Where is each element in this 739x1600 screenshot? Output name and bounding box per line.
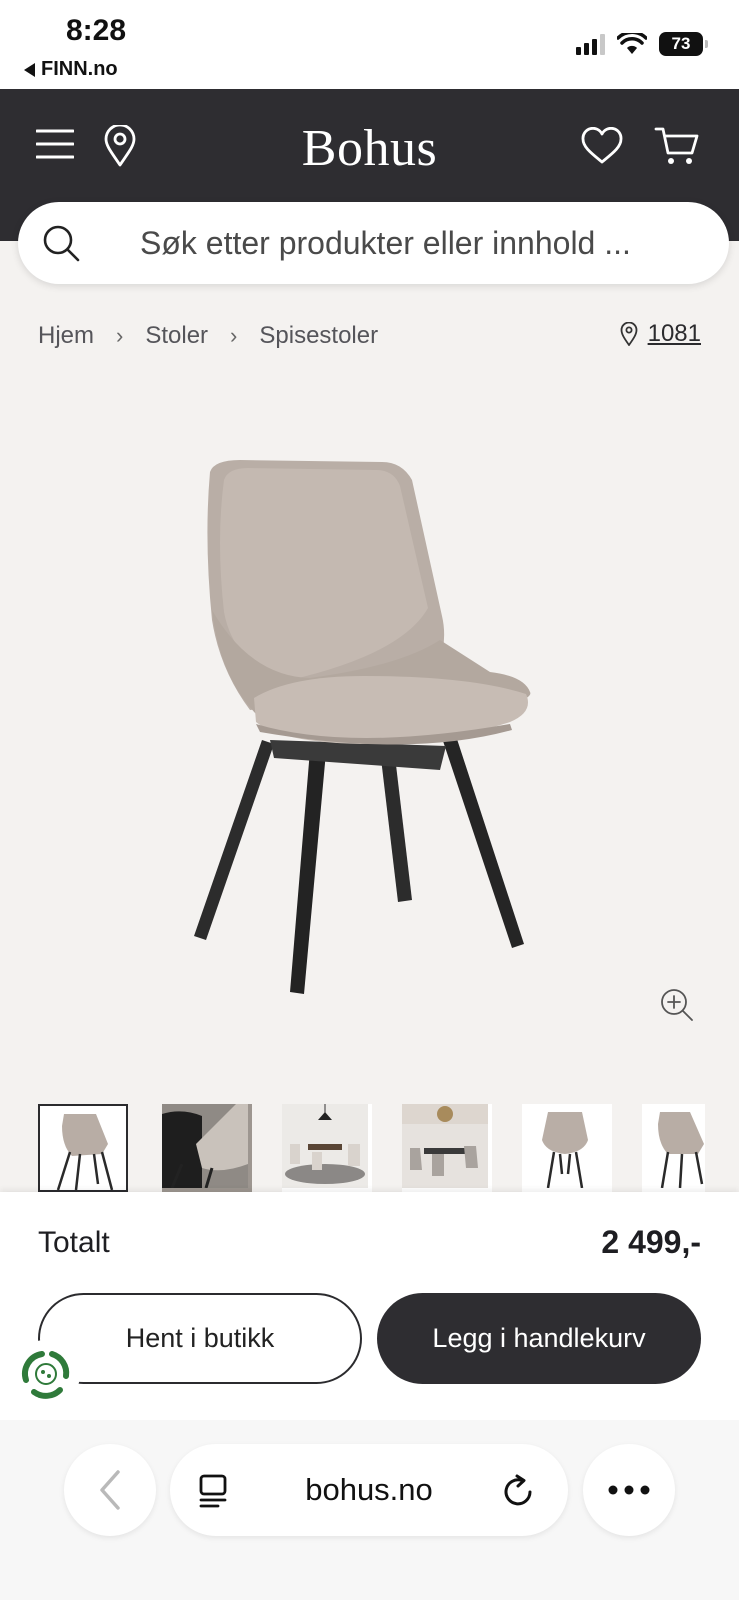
thumbnail-6[interactable] — [642, 1104, 705, 1192]
thumbnail-1[interactable] — [38, 1104, 128, 1192]
breadcrumb-stoler[interactable]: Stoler — [145, 322, 208, 350]
back-to-app[interactable]: FINN.no — [24, 58, 118, 81]
zoom-icon[interactable] — [660, 988, 694, 1022]
status-indicators: 73 — [576, 32, 708, 56]
thumbnail-4[interactable] — [402, 1104, 492, 1192]
browser-toolbar: bohus.no — [0, 1420, 739, 1600]
bohus-logo[interactable]: Bohus — [0, 119, 739, 178]
more-icon — [608, 1485, 650, 1495]
search-bar[interactable] — [18, 202, 729, 284]
reload-icon[interactable] — [502, 1474, 534, 1508]
thumbnail-2[interactable] — [162, 1104, 252, 1192]
sustainability-badge-icon[interactable] — [12, 1340, 80, 1408]
postcode-link: 1081 — [647, 320, 701, 347]
cart-icon[interactable] — [654, 125, 700, 167]
thumbnail-5[interactable] — [522, 1104, 612, 1192]
location-pin-icon — [620, 322, 638, 346]
thumbnail-3[interactable] — [282, 1104, 372, 1192]
chevron-right-icon: › — [116, 323, 124, 348]
thumbnail-strip — [38, 1104, 705, 1192]
dining-set-image — [402, 1104, 488, 1188]
dining-room-image — [282, 1104, 368, 1188]
search-icon — [43, 225, 80, 262]
breadcrumb-spisestoler[interactable]: Spisestoler — [259, 322, 378, 350]
breadcrumb: Hjem › Stoler › Spisestoler — [38, 322, 378, 350]
search-input[interactable] — [140, 202, 700, 284]
chair-closeup-image — [162, 1104, 248, 1189]
chair-thumbnail-image — [40, 1106, 126, 1190]
wifi-icon — [617, 33, 647, 54]
pickup-in-store-button[interactable]: Hent i butikk — [38, 1293, 362, 1384]
cellular-signal-icon — [576, 33, 605, 55]
total-price: 2 499,- — [601, 1224, 701, 1260]
breadcrumb-home[interactable]: Hjem — [38, 322, 94, 350]
chair-front-image — [522, 1104, 608, 1189]
more-options-button[interactable] — [583, 1444, 675, 1536]
battery-level: 73 — [671, 34, 691, 53]
add-to-cart-button[interactable]: Legg i handlekurv — [377, 1293, 701, 1384]
address-bar[interactable]: bohus.no — [170, 1444, 568, 1536]
chevron-right-icon: › — [230, 323, 238, 348]
back-icon — [100, 1470, 120, 1510]
product-image[interactable] — [150, 440, 570, 1000]
battery-icon: 73 — [659, 32, 708, 56]
delivery-location[interactable]: 1081 — [620, 320, 701, 348]
status-bar: 8:28 FINN.no 73 — [0, 0, 739, 89]
browser-back-button[interactable] — [64, 1444, 156, 1536]
total-label: Totalt — [38, 1226, 110, 1259]
heart-icon[interactable] — [581, 127, 623, 165]
chair-side-image — [642, 1104, 705, 1189]
back-triangle-icon — [24, 62, 35, 77]
back-app-label: FINN.no — [41, 58, 118, 80]
status-time: 8:28 — [66, 14, 127, 47]
